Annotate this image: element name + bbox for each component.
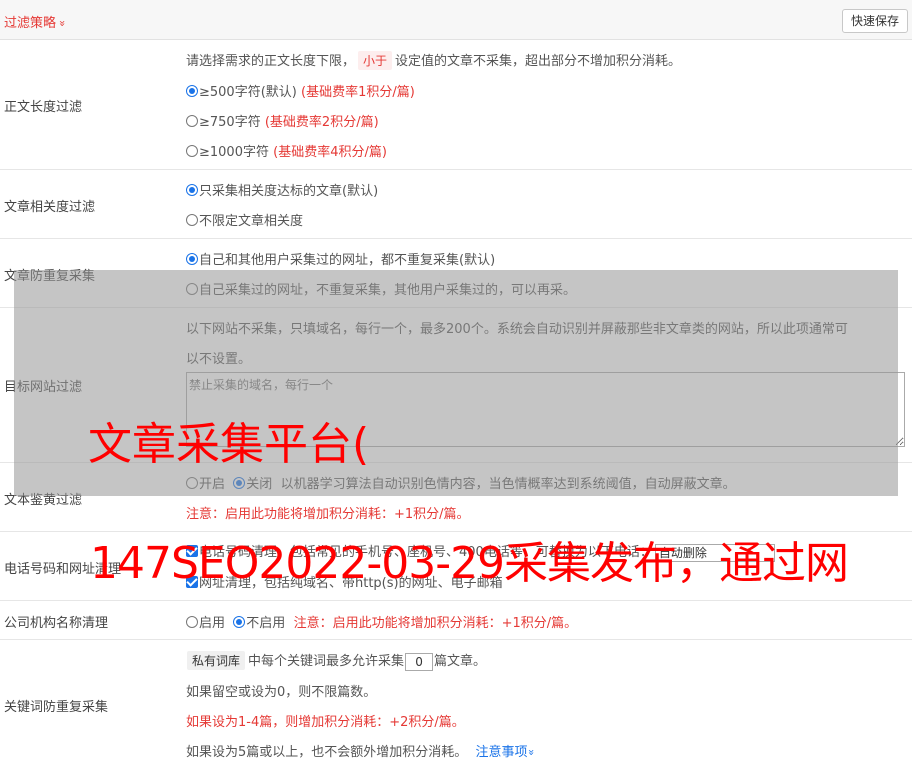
less-than-tag: 小于 bbox=[358, 51, 393, 70]
option-label: 启用 bbox=[199, 616, 226, 631]
option-note: (基础费率4积分/篇) bbox=[273, 145, 387, 160]
radio-button[interactable] bbox=[186, 184, 198, 196]
site-filter-desc-1: 以下网站不采集，只填域名，每行一个，最多200个。系统会自动识别并屏蔽那些非文章… bbox=[186, 322, 848, 337]
radio-button[interactable] bbox=[186, 616, 198, 628]
phone-cleanup-label: 电话号码和网址清理 bbox=[4, 562, 122, 577]
keyword-dedupe-label: 关键词防重复采集 bbox=[4, 700, 109, 715]
option-label: 开启 bbox=[199, 477, 226, 492]
porn-filter-options: 开启 关闭 以机器学习算法自动识别色情内容，当色情概率达到系统阈值，自动屏蔽文章… bbox=[186, 473, 736, 492]
org-cleanup-note: 注意：启用此功能将增加积分消耗：+1积分/篇。 bbox=[293, 616, 578, 631]
option-label: 自己采集过的网址，不重复采集，其他用户采集过的，可以再采。 bbox=[199, 283, 577, 298]
quick-save-button[interactable]: 快速保存 bbox=[841, 9, 908, 33]
keyword-hint-1: 如果留空或设为0，则不限篇数。 bbox=[186, 685, 377, 700]
checkbox[interactable] bbox=[186, 576, 198, 588]
radio-button[interactable] bbox=[186, 477, 198, 489]
keyword-hint-3-text: 如果设为5篇或以上，也不会额外增加积分消耗。 bbox=[186, 745, 468, 760]
chevron-down-icon: » bbox=[55, 20, 69, 27]
option-note: (基础费率2积分/篇) bbox=[264, 115, 379, 130]
radio-button[interactable] bbox=[186, 115, 198, 127]
option-label: 关闭 bbox=[246, 477, 273, 492]
length-option-500[interactable]: ≥500字符(默认) (基础费率1积分/篇) bbox=[186, 81, 415, 100]
dedupe-option-self[interactable]: 自己采集过的网址，不重复采集，其他用户采集过的，可以再采。 bbox=[186, 279, 576, 298]
section-title[interactable]: 过滤策略» bbox=[4, 12, 69, 31]
relevance-option-qualified[interactable]: 只采集相关度达标的文章(默认) bbox=[186, 180, 378, 199]
relevance-row: 文章相关度过滤 只采集相关度达标的文章(默认) 不限定文章相关度 bbox=[0, 170, 912, 239]
filter-strategy-header: 过滤策略» 快速保存 bbox=[0, 0, 912, 40]
option-label: 电话号码清理，包括常见的手机号、座机号、400电话等，可替换为以下电话： bbox=[199, 545, 653, 560]
max-articles-input[interactable]: 0 bbox=[405, 652, 434, 671]
option-note: (基础费率1积分/篇) bbox=[301, 85, 415, 100]
replacement-phone-input[interactable]: 自动删除 bbox=[654, 543, 775, 562]
keyword-limit-text: 中每个关键词最多允许采集 bbox=[248, 654, 405, 669]
length-filter-label: 正文长度过滤 bbox=[4, 100, 83, 115]
porn-option-on[interactable]: 开启 bbox=[186, 477, 225, 492]
radio-button[interactable] bbox=[186, 214, 198, 226]
radio-button[interactable] bbox=[233, 616, 246, 628]
length-filter-desc: 请选择需求的正文长度下限， 小于 设定值的文章不采集，超出部分不增加积分消耗。 bbox=[186, 50, 681, 70]
porn-filter-desc: 以机器学习算法自动识别色情内容，当色情概率达到系统阈值，自动屏蔽文章。 bbox=[280, 477, 736, 492]
notes-link-label: 注意事项 bbox=[475, 745, 528, 760]
phone-cleanup-row: 电话号码和网址清理 电话号码清理，包括常见的手机号、座机号、400电话等，可替换… bbox=[0, 532, 912, 601]
relevance-label: 文章相关度过滤 bbox=[4, 200, 96, 215]
radio-button[interactable] bbox=[186, 283, 198, 295]
site-filter-label: 目标网站过滤 bbox=[4, 380, 83, 395]
option-label: 不限定文章相关度 bbox=[199, 214, 304, 229]
private-lexicon-tag[interactable]: 私有词库 bbox=[187, 651, 246, 670]
keyword-limit-line: 私有词库 中每个关键词最多允许采集 0 篇文章。 bbox=[184, 650, 486, 671]
option-label: ≥1000字符 bbox=[199, 145, 269, 160]
option-label: 只采集相关度达标的文章(默认) bbox=[199, 184, 379, 199]
porn-filter-note: 注意：启用此功能将增加积分消耗：+1积分/篇。 bbox=[186, 507, 470, 522]
org-option-on[interactable]: 启用 bbox=[186, 616, 225, 631]
option-label: 网址清理，包括纯域名、带http(s)的网址、电子邮箱 bbox=[199, 576, 503, 591]
option-label: ≥500字符(默认) bbox=[199, 85, 297, 100]
radio-button[interactable] bbox=[186, 253, 198, 265]
checkbox[interactable] bbox=[186, 545, 198, 557]
radio-button[interactable] bbox=[186, 145, 198, 157]
dedupe-label: 文章防重复采集 bbox=[4, 269, 96, 284]
notes-link[interactable]: 注意事项» bbox=[475, 745, 538, 760]
option-label: 不启用 bbox=[246, 616, 286, 631]
keyword-hint-2: 如果设为1-4篇，则增加积分消耗：+2积分/篇。 bbox=[186, 715, 465, 730]
keyword-limit-post: 篇文章。 bbox=[434, 654, 487, 669]
org-cleanup-label: 公司机构名称清理 bbox=[4, 616, 109, 631]
relevance-option-any[interactable]: 不限定文章相关度 bbox=[186, 210, 303, 229]
option-label: ≥750字符 bbox=[199, 115, 261, 130]
length-option-750[interactable]: ≥750字符 (基础费率2积分/篇) bbox=[186, 111, 379, 130]
org-cleanup-row: 公司机构名称清理 启用 不启用 注意：启用此功能将增加积分消耗：+1积分/篇。 bbox=[0, 601, 912, 640]
porn-filter-label: 文本鉴黄过滤 bbox=[4, 493, 83, 508]
desc-post: 设定值的文章不采集，超出部分不增加积分消耗。 bbox=[395, 54, 682, 69]
length-option-1000[interactable]: ≥1000字符 (基础费率4积分/篇) bbox=[186, 141, 387, 160]
phone-cleanup-option[interactable]: 电话号码清理，包括常见的手机号、座机号、400电话等，可替换为以下电话： 自动删除 bbox=[186, 541, 775, 562]
site-filter-desc-2: 以不设置。 bbox=[186, 352, 252, 367]
radio-button[interactable] bbox=[233, 477, 246, 489]
section-title-label: 过滤策略 bbox=[4, 16, 57, 31]
chevron-down-icon: » bbox=[524, 749, 538, 756]
radio-button[interactable] bbox=[186, 85, 198, 97]
length-filter-row: 正文长度过滤 请选择需求的正文长度下限， 小于 设定值的文章不采集，超出部分不增加积… bbox=[0, 40, 912, 170]
dedupe-row: 文章防重复采集 自己和其他用户采集过的网址，都不重复采集(默认) 自己采集过的网… bbox=[0, 239, 912, 308]
keyword-hint-3: 如果设为5篇或以上，也不会额外增加积分消耗。 注意事项» bbox=[186, 741, 538, 760]
org-cleanup-options: 启用 不启用 注意：启用此功能将增加积分消耗：+1积分/篇。 bbox=[186, 612, 577, 631]
keyword-dedupe-row: 关键词防重复采集 私有词库 中每个关键词最多允许采集 0 篇文章。 如果留空或设为0，… bbox=[0, 640, 912, 768]
option-label: 自己和其他用户采集过的网址，都不重复采集(默认) bbox=[199, 253, 496, 268]
porn-option-off[interactable]: 关闭 bbox=[233, 477, 272, 492]
org-option-off[interactable]: 不启用 bbox=[233, 616, 285, 631]
dedupe-option-all[interactable]: 自己和其他用户采集过的网址，都不重复采集(默认) bbox=[186, 249, 495, 268]
porn-filter-row: 文本鉴黄过滤 开启 关闭 以机器学习算法自动识别色情内容，当色情概率达到系统阈值… bbox=[0, 463, 912, 532]
url-cleanup-option[interactable]: 网址清理，包括纯域名、带http(s)的网址、电子邮箱 bbox=[186, 572, 503, 591]
desc-pre: 请选择需求的正文长度下限， bbox=[186, 54, 356, 69]
blocked-domains-textarea[interactable] bbox=[186, 372, 905, 447]
